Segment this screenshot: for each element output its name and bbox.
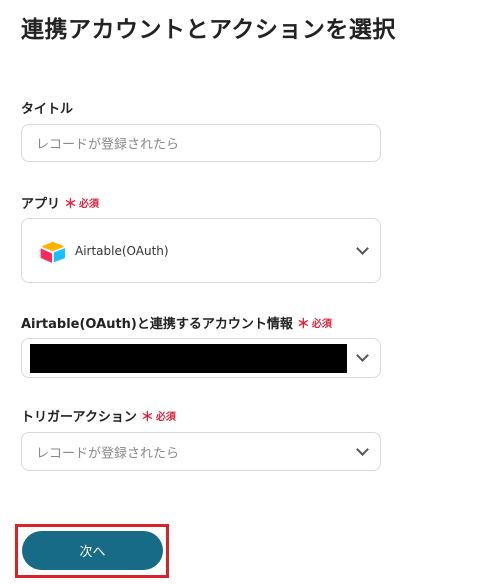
page-title: 連携アカウントとアクションを選択 [21,17,396,43]
account-label: Airtable(OAuth)と連携するアカウント情報 ＊必須 [21,313,332,332]
account-select[interactable] [21,338,381,378]
trigger-label: トリガーアクション ＊必須 [21,406,176,425]
title-input[interactable]: レコードが登録されたら [21,124,381,162]
next-button[interactable]: 次へ [22,531,163,570]
app-label: アプリ ＊必須 [21,193,99,212]
app-select-value: Airtable(OAuth) [75,243,169,258]
redacted-account-value [30,344,347,373]
app-select[interactable]: Airtable(OAuth) [21,218,381,283]
required-badge: ＊必須 [64,197,100,212]
app-label-text: アプリ [21,197,61,212]
title-input-placeholder: レコードが登録されたら [36,137,180,153]
trigger-label-text: トリガーアクション [21,410,137,425]
required-badge: ＊必須 [296,317,332,332]
account-label-text: Airtable(OAuth)と連携するアカウント情報 [21,317,293,332]
title-label: タイトル [21,98,73,117]
next-button-highlight: 次へ [15,524,169,578]
chevron-down-icon [356,241,369,255]
chevron-down-icon [356,349,369,362]
required-badge: ＊必須 [140,410,176,425]
trigger-action-select[interactable]: レコードが登録されたら [21,432,381,471]
chevron-down-icon [356,442,369,456]
title-label-text: タイトル [21,102,74,117]
trigger-action-value: レコードが登録されたら [36,446,180,461]
airtable-logo-icon [40,241,66,263]
